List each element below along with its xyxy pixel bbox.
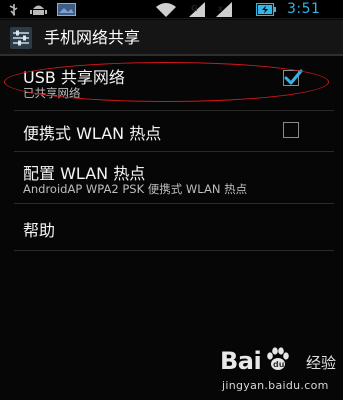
- action-bar: 手机网络共享: [0, 20, 343, 56]
- signal-icon: G: [189, 2, 205, 17]
- page-title: 手机网络共享: [44, 28, 141, 47]
- notification-image-icon: [57, 3, 76, 16]
- svg-text:x: x: [218, 4, 224, 13]
- usb-tethering-item[interactable]: USB 共享网络 已共享网络: [0, 58, 343, 110]
- checkmark-icon: [284, 69, 303, 85]
- paw-icon: du: [267, 347, 289, 370]
- wifi-icon: [156, 3, 176, 17]
- clock: 3:51: [287, 1, 321, 17]
- android-debug-icon: [30, 5, 47, 15]
- portable-hotspot-checkbox[interactable]: [283, 122, 299, 138]
- watermark-brand: Bai: [220, 347, 262, 375]
- divider: [14, 250, 334, 251]
- settings-sliders-icon[interactable]: [10, 27, 32, 49]
- help-title: 帮助: [23, 221, 56, 240]
- baidu-jingyan-watermark: Bai du 经验 jingyan.baidu.com: [220, 345, 338, 397]
- usb-icon: [9, 4, 18, 16]
- battery-charging-icon: [256, 3, 276, 16]
- portable-hotspot-title: 便携式 WLAN 热点: [23, 124, 162, 143]
- watermark-url: jingyan.baidu.com: [222, 379, 329, 392]
- status-bar: G x 3:51: [0, 0, 343, 19]
- configure-hotspot-item[interactable]: 配置 WLAN 热点 AndroidAP WPA2 PSK 便携式 WLAN 热…: [0, 152, 343, 198]
- svg-text:G: G: [191, 4, 198, 13]
- signal-icon: x: [216, 2, 232, 17]
- svg-text:du: du: [273, 360, 285, 369]
- usb-tethering-checkbox[interactable]: [283, 69, 303, 86]
- watermark-brand-suffix: 经验: [306, 354, 337, 372]
- portable-hotspot-item[interactable]: 便携式 WLAN 热点: [0, 111, 343, 149]
- configure-hotspot-summary: AndroidAP WPA2 PSK 便携式 WLAN 热点: [23, 182, 248, 196]
- help-item[interactable]: 帮助: [0, 204, 343, 248]
- usb-tethering-summary: 已共享网络: [23, 86, 81, 100]
